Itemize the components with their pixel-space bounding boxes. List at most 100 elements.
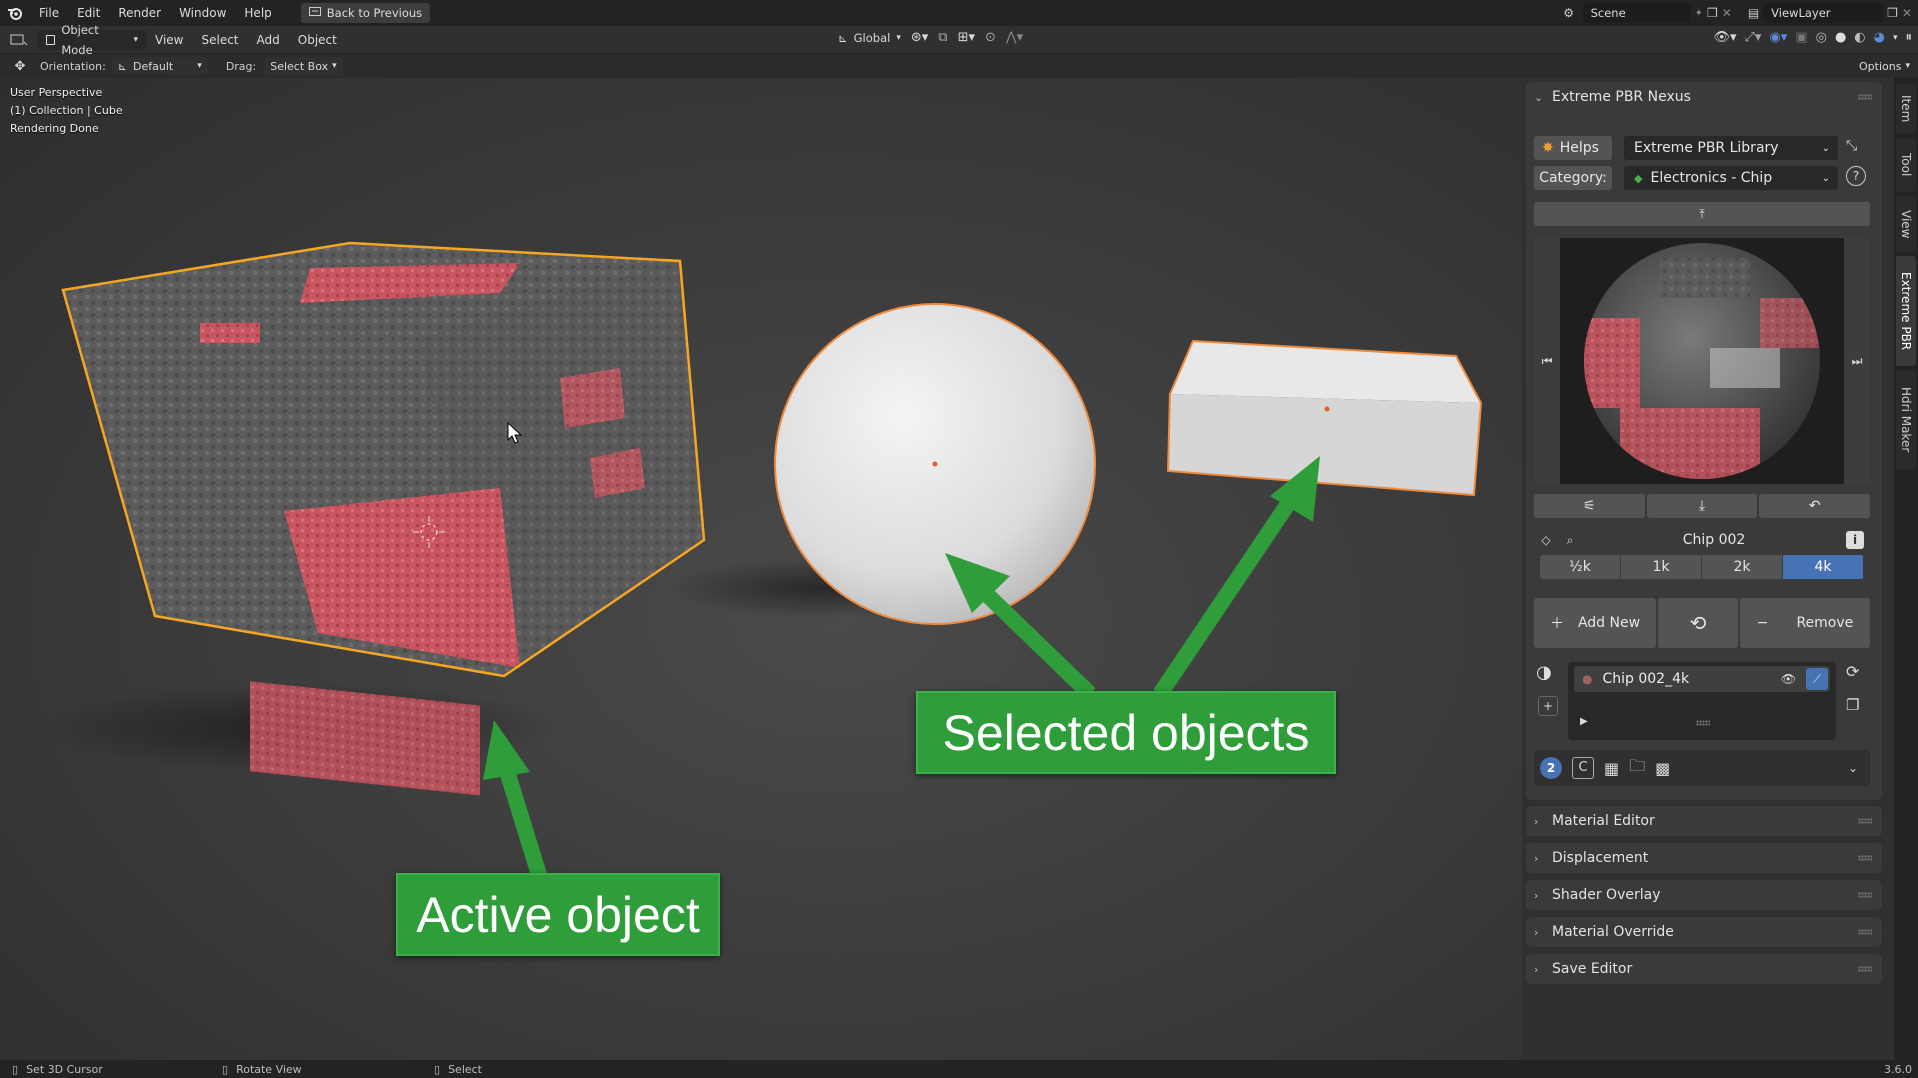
preferences-button[interactable]: ⚟: [1534, 494, 1645, 518]
move-tool-icon[interactable]: ✥: [0, 59, 40, 74]
material-editor-panel[interactable]: › Material Editor: [1526, 806, 1882, 836]
blender-logo-icon[interactable]: [0, 0, 30, 26]
add-new-button[interactable]: ＋ Add New: [1534, 598, 1656, 648]
res-4k[interactable]: 4k: [1783, 555, 1864, 579]
collapse-icon[interactable]: ⤡: [1846, 138, 1857, 154]
back-to-previous-button[interactable]: Back to Previous: [300, 3, 431, 23]
options-dropdown[interactable]: Options ▾: [1859, 60, 1910, 73]
refresh-button[interactable]: ⟲: [1658, 598, 1738, 648]
pivot-icon[interactable]: ⊛▾: [911, 30, 928, 45]
undo-button[interactable]: ↶: [1759, 494, 1871, 518]
sidebar-toggle-icon[interactable]: ⏸: [1906, 30, 1913, 45]
material-ball-icon[interactable]: ◑: [1536, 662, 1552, 683]
c-badge[interactable]: C: [1572, 757, 1594, 779]
box-object[interactable]: [1166, 339, 1483, 497]
drag-grip-icon[interactable]: [1858, 855, 1872, 861]
menu-select[interactable]: Select: [192, 26, 247, 54]
tab-item[interactable]: Item: [1896, 84, 1916, 134]
expand-triangle-icon[interactable]: ▶: [1580, 716, 1588, 727]
drag-grip-icon[interactable]: [1858, 892, 1872, 898]
helps-button[interactable]: ✸ Helps: [1534, 136, 1612, 160]
rendered-shading-icon[interactable]: ◕: [1874, 30, 1885, 45]
transform-orientation-dropdown[interactable]: ⊾ Global ▾: [838, 31, 901, 45]
tab-hdri-maker[interactable]: Hdri Maker: [1896, 370, 1916, 470]
arrow-to-box: [1153, 456, 1320, 699]
tab-extreme-pbr[interactable]: Extreme PBR: [1896, 256, 1916, 366]
category-dropdown[interactable]: ◆ Electronics - Chip ⌄: [1624, 166, 1838, 190]
scene-field[interactable]: Scene: [1582, 3, 1691, 23]
node-icon[interactable]: ⟋: [1806, 668, 1828, 690]
view-layer-field[interactable]: ViewLayer: [1763, 3, 1884, 23]
menu-window[interactable]: Window: [170, 0, 235, 26]
orientation-dropdown[interactable]: ⊾ Default ▾: [111, 57, 208, 75]
drag-grip-icon[interactable]: [1858, 94, 1872, 100]
xray-icon[interactable]: ▣: [1795, 30, 1807, 45]
menu-view[interactable]: View: [146, 26, 192, 54]
chevron-down-icon[interactable]: ⌄: [1848, 761, 1858, 775]
solid-shading-icon[interactable]: ●: [1835, 30, 1846, 45]
orientation-value: Default: [133, 59, 174, 73]
library-dropdown[interactable]: Extreme PBR Library ⌄: [1624, 136, 1838, 160]
res-1k[interactable]: 1k: [1621, 555, 1702, 579]
sync-icon[interactable]: ⟳: [1846, 662, 1859, 681]
copy-icon[interactable]: ❐: [1846, 696, 1859, 714]
pin-icon[interactable]: ✦: [1695, 8, 1703, 19]
mode-dropdown[interactable]: Object Mode ▾: [38, 23, 146, 57]
save-editor-panel[interactable]: › Save Editor: [1526, 954, 1882, 984]
resize-grip-icon[interactable]: [1696, 720, 1710, 726]
folder-icon[interactable]: 🗀: [1629, 755, 1645, 782]
falloff-icon[interactable]: ⋀▾: [1006, 30, 1023, 45]
overlays-icon[interactable]: ◉▾: [1769, 30, 1787, 45]
proportional-edit-icon[interactable]: ⊙: [985, 30, 996, 45]
drag-grip-icon[interactable]: [1858, 966, 1872, 972]
add-slot-icon[interactable]: +: [1538, 696, 1558, 716]
search-icon[interactable]: ⌕: [1558, 533, 1582, 548]
shader-overlay-panel[interactable]: › Shader Overlay: [1526, 880, 1882, 910]
delete-scene-icon[interactable]: ✕: [1722, 6, 1732, 20]
drag-dropdown[interactable]: Select Box ▾: [264, 57, 343, 75]
new-view-layer-icon[interactable]: ❐: [1887, 6, 1898, 20]
remove-button[interactable]: − Remove: [1740, 598, 1870, 648]
res-half-k[interactable]: ½k: [1540, 555, 1621, 579]
view-layer-icon[interactable]: ▤: [1748, 6, 1759, 20]
grid-icon[interactable]: ▦: [1604, 759, 1619, 778]
eye-icon[interactable]: 👁: [1781, 672, 1796, 686]
material-sphere-icon: ●: [1582, 672, 1593, 686]
tab-tool[interactable]: Tool: [1896, 138, 1916, 192]
delete-view-layer-icon[interactable]: ✕: [1902, 6, 1912, 20]
info-icon[interactable]: i: [1846, 531, 1864, 549]
new-scene-icon[interactable]: ❐: [1707, 6, 1718, 20]
scroll-bottom-button[interactable]: ⤓: [1646, 494, 1758, 518]
menu-add[interactable]: Add: [248, 26, 289, 54]
3d-viewport[interactable]: User Perspective (1) Collection | Cube R…: [0, 78, 1522, 1060]
previous-material-button[interactable]: ⏮: [1534, 238, 1560, 484]
extreme-pbr-panel-header[interactable]: ⌄ Extreme PBR Nexus: [1526, 82, 1882, 112]
material-override-panel[interactable]: › Material Override: [1526, 917, 1882, 947]
material-preview-sphere[interactable]: [1560, 238, 1844, 484]
snap-target-icon[interactable]: ⊞▾: [958, 30, 975, 45]
material-slot-item[interactable]: ● Chip 002_4k 👁 ⟋: [1574, 666, 1830, 692]
tab-view[interactable]: View: [1896, 196, 1916, 252]
sphere-object[interactable]: [774, 303, 1096, 625]
material-shading-icon[interactable]: ◐: [1854, 30, 1865, 45]
editor-type-icon[interactable]: [0, 33, 38, 47]
snap-icon[interactable]: ⧉: [938, 30, 947, 45]
gizmo-icon[interactable]: ⤢▾: [1744, 30, 1761, 45]
visibility-icon[interactable]: 👁▾: [1713, 30, 1736, 45]
number-badge[interactable]: 2: [1540, 757, 1562, 779]
menu-object[interactable]: Object: [289, 26, 346, 54]
menu-help[interactable]: Help: [235, 0, 280, 26]
help-icon[interactable]: ?: [1846, 166, 1866, 186]
drag-grip-icon[interactable]: [1858, 929, 1872, 935]
helps-label: Helps: [1559, 140, 1599, 156]
checker-icon[interactable]: ▩: [1655, 759, 1670, 778]
wireframe-shading-icon[interactable]: ◎: [1816, 30, 1827, 45]
scene-icon[interactable]: ⚙: [1559, 6, 1579, 20]
next-material-button[interactable]: ⏭: [1844, 238, 1870, 484]
displacement-panel[interactable]: › Displacement: [1526, 843, 1882, 873]
tag-icon[interactable]: ◇: [1534, 528, 1558, 552]
res-2k[interactable]: 2k: [1702, 555, 1783, 579]
drag-grip-icon[interactable]: [1858, 818, 1872, 824]
shading-options-icon[interactable]: ▾: [1893, 33, 1898, 43]
scroll-top-button[interactable]: ⤒: [1534, 202, 1870, 226]
